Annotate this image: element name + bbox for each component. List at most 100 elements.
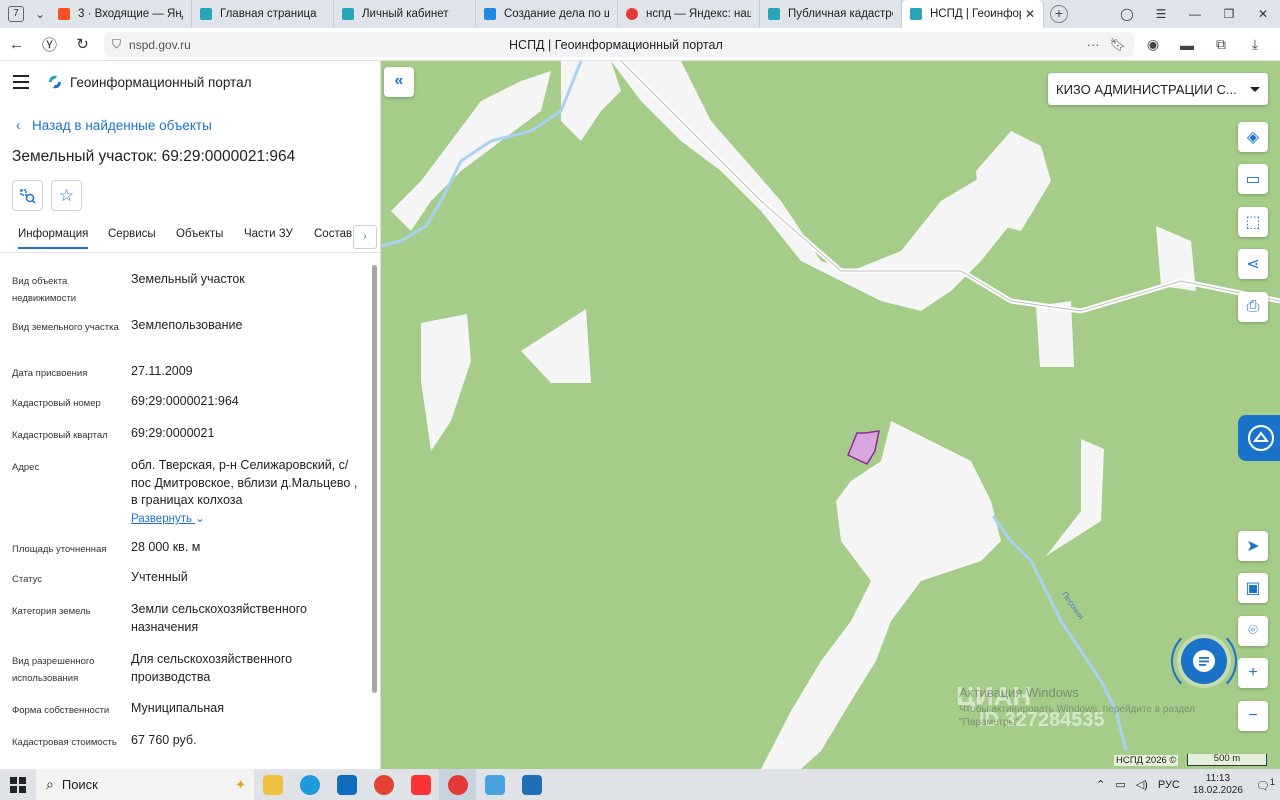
minimap-button[interactable]: ▣ bbox=[1238, 573, 1268, 603]
menu-icon[interactable]: ☰ bbox=[1144, 7, 1178, 21]
tab-services[interactable]: Сервисы bbox=[108, 228, 156, 240]
taskbar-explorer[interactable] bbox=[254, 769, 291, 800]
browser-tab-cabinet[interactable]: Личный кабинет bbox=[334, 0, 476, 28]
object-info-panel: Геоинформационный портал ‹ Назад в найден… bbox=[0, 61, 381, 769]
info-label: Дата присвоения bbox=[12, 368, 88, 379]
select-area-button[interactable]: ⬚ bbox=[1238, 207, 1268, 237]
incognito-icon[interactable]: ▬ bbox=[1170, 37, 1204, 53]
object-title: Земельный участок: 69:29:0000021:964 bbox=[12, 148, 296, 165]
download-icon[interactable]: ⤓ bbox=[1238, 36, 1272, 53]
feedback-tab[interactable] bbox=[1238, 415, 1280, 461]
geolocation-button[interactable]: ➤ bbox=[1238, 531, 1268, 561]
info-value: Муниципальная bbox=[131, 701, 224, 715]
network-icon[interactable]: ▭ bbox=[1115, 778, 1125, 791]
system-tray: ⌃ ▭ ◁) РУС 11:13 18.02.2026 🗨︎1 bbox=[1091, 769, 1280, 800]
clock[interactable]: 11:13 18.02.2026 bbox=[1193, 773, 1243, 797]
url-field[interactable]: ⛉ nspd.gov.ru НСПД | Геоинформационный п… bbox=[104, 32, 1134, 57]
chat-icon bbox=[1193, 650, 1215, 672]
taskbar-outlook[interactable] bbox=[328, 769, 365, 800]
hamburger-menu-icon[interactable] bbox=[13, 75, 29, 89]
zoom-out-button[interactable]: − bbox=[1238, 701, 1268, 731]
collapse-panel-button[interactable]: « bbox=[384, 67, 414, 97]
back-to-results-link[interactable]: ‹ Назад в найденные объекты bbox=[16, 118, 212, 133]
back-arrow-icon[interactable]: ← bbox=[0, 36, 33, 53]
maximize-icon[interactable]: ❐ bbox=[1212, 7, 1246, 21]
tab-counter[interactable]: 7 bbox=[8, 6, 24, 22]
minimize-icon[interactable]: — bbox=[1178, 7, 1212, 21]
map-view[interactable]: Песочня ЦИАН ID 327284535 Активация Wind… bbox=[381, 61, 1280, 769]
locate-on-map-button[interactable] bbox=[12, 180, 43, 211]
language-indicator[interactable]: РУС bbox=[1158, 779, 1180, 791]
window-controls: ◯ ☰ — ❐ ✕ bbox=[1110, 0, 1280, 28]
browser-tab-bar: 7 ⌄ 3 · Входящие — Яндекс Главная страни… bbox=[0, 0, 1280, 28]
panel-scrollbar[interactable] bbox=[371, 265, 378, 765]
feedback-icon bbox=[1247, 425, 1274, 451]
browser-tab-yandex[interactable]: нспд — Яндекс: нашло bbox=[618, 0, 760, 28]
layers-button[interactable]: ◈ bbox=[1238, 122, 1268, 152]
windows-logo-icon bbox=[10, 776, 26, 793]
browser-tab-home[interactable]: Главная страница bbox=[192, 0, 334, 28]
selected-parcel[interactable] bbox=[847, 430, 880, 465]
profile-icon[interactable]: ◯ bbox=[1110, 7, 1144, 21]
tabs-scroll-right-icon[interactable]: › bbox=[353, 225, 377, 249]
doc-icon bbox=[484, 8, 496, 20]
more-icon[interactable]: ··· bbox=[1086, 37, 1099, 52]
notes-icon bbox=[484, 774, 505, 795]
extension-icon[interactable]: ◉ bbox=[1136, 36, 1170, 53]
chevron-down-icon: ⌄ bbox=[195, 513, 205, 525]
field-area bbox=[1046, 439, 1104, 556]
tab-info[interactable]: Информация bbox=[18, 228, 89, 249]
layer-select[interactable]: КИЗО АДМИНИСТРАЦИИ С... bbox=[1048, 73, 1268, 105]
taskbar-notes[interactable] bbox=[476, 769, 513, 800]
zoom-in-button[interactable]: + bbox=[1238, 658, 1268, 688]
nspd-icon bbox=[910, 8, 922, 20]
browser-tab-cadastral[interactable]: Публичная кадастрова bbox=[760, 0, 902, 28]
field-area bbox=[391, 71, 551, 231]
tray-chevron-icon[interactable]: ⌃ bbox=[1096, 778, 1105, 791]
windows-activation-title: Активация Windows bbox=[959, 685, 1079, 700]
map-scale: 500 m bbox=[1187, 754, 1267, 766]
url-domain: nspd.gov.ru bbox=[129, 37, 191, 52]
chevron-down-icon[interactable]: ⌄ bbox=[30, 7, 50, 21]
new-tab-button[interactable]: + bbox=[1050, 5, 1068, 23]
start-button[interactable] bbox=[0, 769, 36, 800]
expand-address-link[interactable]: Развернуть ⌄ bbox=[131, 511, 205, 529]
close-icon[interactable]: ✕ bbox=[1025, 7, 1035, 21]
taskbar-search[interactable]: ⌕ Поиск ✦ bbox=[36, 769, 254, 800]
browser-tab-active[interactable]: НСПД | Геоинформа✕ bbox=[902, 0, 1044, 28]
chevron-left-icon: ‹ bbox=[16, 118, 21, 133]
panel-tabs: Информация Сервисы Объекты Части ЗУ Сост… bbox=[0, 223, 380, 253]
volume-icon[interactable]: ◁) bbox=[1136, 778, 1148, 791]
bookmark-icon[interactable]: 🔖︎ bbox=[1109, 37, 1126, 53]
favorite-button[interactable]: ☆ bbox=[51, 180, 82, 211]
yandex-logo-icon[interactable]: Ⓨ bbox=[33, 34, 66, 55]
field-area bbox=[521, 309, 591, 383]
browser-tab-mail[interactable]: 3 · Входящие — Яндекс bbox=[50, 0, 192, 28]
collections-icon[interactable]: ⧉ bbox=[1204, 36, 1238, 53]
taskbar-edge[interactable] bbox=[291, 769, 328, 800]
taskbar-chrome[interactable] bbox=[365, 769, 402, 800]
share-button[interactable]: ⋖ bbox=[1238, 249, 1268, 279]
measure-button[interactable]: ▭ bbox=[1238, 164, 1268, 194]
close-window-icon[interactable]: ✕ bbox=[1246, 7, 1280, 21]
tab-parts[interactable]: Части ЗУ bbox=[244, 228, 293, 240]
nspd-icon bbox=[342, 8, 354, 20]
portal-title: Геоинформационный портал bbox=[70, 75, 252, 90]
scrollbar-thumb[interactable] bbox=[372, 265, 377, 693]
double-chevron-left-icon: « bbox=[394, 72, 404, 89]
print-button[interactable]: ⎙ bbox=[1238, 292, 1268, 322]
search-on-map-button[interactable]: ⌾ bbox=[1238, 616, 1268, 646]
reload-icon[interactable]: ↻ bbox=[66, 35, 99, 53]
info-value: Учтенный bbox=[131, 570, 188, 584]
search-icon: ⌕ bbox=[46, 776, 54, 792]
taskbar-yandex-browser[interactable] bbox=[439, 769, 476, 800]
nspd-icon bbox=[200, 8, 212, 20]
chat-button[interactable] bbox=[1181, 638, 1227, 684]
tab-composition[interactable]: Состав bbox=[314, 228, 352, 240]
taskbar-app[interactable] bbox=[513, 769, 550, 800]
tab-objects[interactable]: Объекты bbox=[176, 228, 223, 240]
notifications-icon[interactable]: 🗨︎1 bbox=[1256, 777, 1275, 793]
taskbar-yandex[interactable] bbox=[402, 769, 439, 800]
info-label: Статус bbox=[12, 574, 43, 585]
browser-tab-case[interactable]: Создание дела по шабл bbox=[476, 0, 618, 28]
